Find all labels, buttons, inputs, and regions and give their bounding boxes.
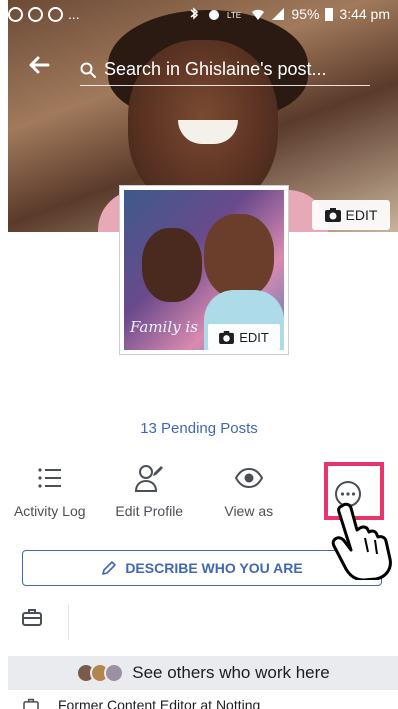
work-info-row[interactable]	[22, 604, 382, 644]
see-others-banner[interactable]: See others who work here	[8, 656, 398, 690]
wifi-icon	[252, 9, 265, 20]
search-icon	[80, 62, 96, 78]
activity-log-button[interactable]: Activity Log	[0, 455, 100, 535]
briefcase-icon	[23, 698, 39, 709]
profile-edit-button[interactable]: EDIT	[208, 324, 280, 350]
svg-text:LTE: LTE	[227, 11, 241, 20]
pointing-hand-icon	[331, 502, 392, 580]
battery-percent: 95%	[291, 6, 320, 22]
activity-log-label: Activity Log	[13, 503, 86, 519]
see-others-label: See others who work here	[132, 663, 330, 682]
status-bar: ... LTE 95% 3:44 pm	[0, 0, 398, 28]
camera-icon	[219, 330, 235, 344]
back-button[interactable]	[28, 54, 58, 84]
status-more-text: ...	[68, 6, 80, 22]
signal-icon	[272, 8, 285, 20]
work-divider	[68, 604, 69, 640]
pending-posts-link[interactable]: 13 Pending Posts	[0, 420, 398, 437]
cover-edit-button[interactable]: EDIT	[312, 200, 390, 230]
status-notifications: ...	[8, 6, 80, 22]
eye-icon	[234, 467, 263, 489]
avatar	[104, 663, 125, 683]
lte-icon: LTE	[227, 11, 241, 20]
briefcase-icon	[22, 609, 42, 626]
former-job-text: Former Content Editor at Notting	[58, 698, 261, 709]
profile-child-right	[204, 214, 274, 298]
describe-label: DESCRIBE WHO YOU ARE	[125, 560, 303, 576]
coworker-avatars	[76, 663, 125, 683]
profile-picture[interactable]: Family is EDIT	[120, 186, 288, 354]
messenger-icon	[48, 6, 63, 22]
camera-icon	[324, 208, 341, 222]
search-input[interactable]	[104, 59, 370, 80]
battery-icon	[325, 8, 334, 21]
back-arrow-icon	[29, 56, 50, 74]
bluetooth-icon	[190, 7, 199, 20]
app-notification-icon	[28, 6, 43, 22]
profile-edit-label: EDIT	[239, 329, 269, 345]
search-box[interactable]	[80, 54, 370, 86]
cover-edit-label: EDIT	[345, 207, 378, 223]
list-icon	[38, 468, 61, 488]
pencil-icon	[102, 561, 117, 575]
profile-overlay-text: Family is	[130, 318, 198, 336]
edit-profile-button[interactable]: Edit Profile	[100, 455, 200, 535]
profile-child-left	[142, 228, 202, 302]
alarm-icon	[209, 10, 220, 20]
former-job-row[interactable]: Former Content Editor at Notting	[22, 698, 398, 709]
view-as-label: View as	[224, 503, 274, 519]
person-edit-icon	[135, 465, 164, 492]
top-bar	[0, 50, 398, 90]
view-as-button[interactable]: View as	[199, 455, 299, 535]
status-system: LTE 95% 3:44 pm	[187, 6, 390, 22]
describe-who-you-are-button[interactable]: DESCRIBE WHO YOU ARE	[22, 550, 382, 586]
clock: 3:44 pm	[339, 6, 390, 22]
whatsapp-icon	[8, 6, 23, 22]
edit-profile-label: Edit Profile	[115, 503, 184, 519]
